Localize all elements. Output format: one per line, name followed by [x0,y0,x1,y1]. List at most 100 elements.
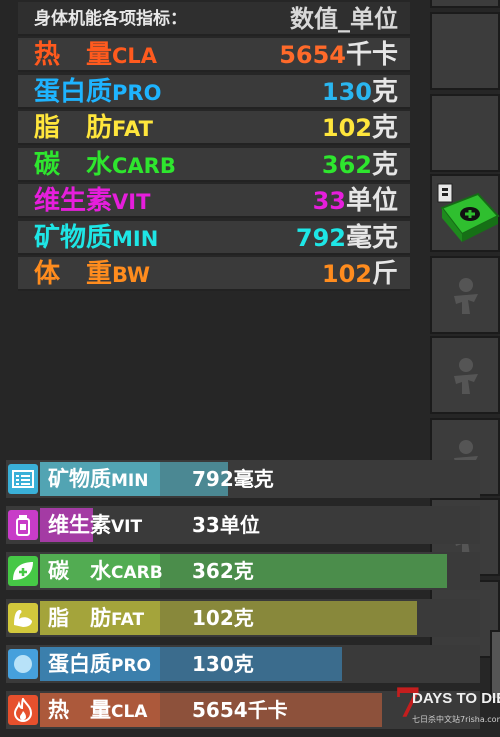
stat-abbr: PRO [112,80,162,105]
body-stats-panel: 身体机能各项指标： 数值_单位 热 量CLA 5654千卡 蛋白质PRO 130克脂 … [18,2,410,292]
bar-label: 矿物质MIN [48,460,148,500]
bar-name: 热 量 [48,698,111,722]
bar-name: 脂 肪 [48,605,111,630]
nutrition-bar: 蛋白质PRO 130克 [6,644,480,685]
bar-abbr: MIN [111,471,149,491]
stat-number: 130 [321,77,372,106]
stat-abbr: FAT [112,117,153,141]
stats-row: 热 量CLA 5654千卡 [18,38,410,72]
stat-name: 蛋白质 [34,76,113,107]
inventory-slot[interactable] [430,256,500,334]
stat-unit: 克 [371,113,398,143]
bar-abbr: PRO [111,655,152,676]
bar-value: 5654千卡 [192,698,288,722]
bottle-icon [8,510,38,541]
muscle-arm-icon [8,602,38,633]
nutrition-bar: 矿物质MIN 792毫克 [6,460,480,498]
circle-icon [8,648,38,679]
bar-label: 热 量CLA [48,691,147,731]
stats-header-value: 数值_单位 [290,5,398,33]
stats-row: 蛋白质PRO 130克 [18,74,410,110]
bar-label: 碳 水CARB [48,552,163,592]
stat-value: 102斤 [322,257,398,291]
stat-number: 792 [295,223,346,252]
inventory-slot-first-aid-kit[interactable] [430,174,500,252]
stat-value: 130克 [322,75,398,109]
stat-number: 362 [321,150,372,179]
stat-number: 33 [312,187,346,215]
inventory-slot[interactable] [430,336,500,414]
nutrition-bar: 维生素VIT 33单位 [6,506,480,546]
bar-name: 维生素 [48,513,111,538]
stat-value: 362克 [322,148,398,182]
stat-label: 热 量CLA [34,38,157,73]
game-watermark: 7 DAYS TO DIE 七日杀中文站7risha.com [394,680,500,737]
stat-abbr: MIN [112,226,159,251]
inventory-slot[interactable] [430,94,500,172]
stat-abbr: BW [112,263,151,287]
stat-number: 102 [321,260,372,288]
flame-icon [8,695,38,725]
bar-abbr: CARB [111,563,163,584]
stat-value: 792毫克 [296,221,398,255]
bar-value: 362克 [192,559,254,584]
stat-label: 维生素VIT [34,184,150,219]
logo-title: DAYS TO DIE [412,690,500,707]
inventory-slot[interactable] [430,0,500,8]
stats-header-row: 身体机能各项指标： 数值_单位 [18,2,410,36]
stat-label: 体 重BW [34,257,150,292]
empty-slot-icon [454,358,478,394]
stat-label: 碳 水CARB [34,148,176,183]
stat-label: 蛋白质PRO [34,75,161,110]
first-aid-kit-icon [437,183,500,242]
stats-row: 维生素VIT 33单位 [18,184,410,218]
list-icon [8,464,38,494]
stat-name: 脂 肪 [34,113,113,143]
stats-row: 矿物质MIN 792毫克 [18,220,410,256]
stat-value: 102克 [322,111,398,145]
stat-abbr: CARB [112,153,176,178]
bar-label: 蛋白质PRO [48,645,151,685]
stats-row: 体 重BW 102斤 [18,257,410,291]
stat-abbr: CLA [112,44,158,68]
bar-label: 维生素VIT [48,506,142,546]
bar-value: 792毫克 [192,467,274,491]
stat-value: 5654千卡 [279,38,398,72]
bar-label: 脂 肪FAT [48,599,144,639]
stats-row: 碳 水CARB 362克 [18,147,410,183]
stats-row: 脂 肪FAT 102克 [18,111,410,145]
stat-unit: 斤 [371,259,398,289]
empty-slot-icon [454,278,478,314]
bar-value: 33单位 [192,513,260,538]
bar-name: 碳 水 [48,559,111,584]
stat-value: 33单位 [313,184,398,218]
stat-unit: 千卡 [345,40,398,70]
stat-number: 5654 [279,41,346,69]
bar-abbr: VIT [111,517,143,538]
logo-subtitle: 七日杀中文站7risha.com [412,715,500,724]
stat-name: 碳 水 [34,149,113,180]
stat-name: 维生素 [34,186,113,216]
inventory-slot[interactable] [430,12,500,90]
stat-number: 102 [321,114,372,142]
stat-label: 脂 肪FAT [34,111,153,146]
stat-name: 热 量 [34,40,113,70]
bar-name: 蛋白质 [48,651,111,676]
leaf-plus-icon [8,556,38,587]
bar-value: 130克 [192,651,254,676]
bar-abbr: FAT [111,609,145,630]
stat-unit: 单位 [345,186,398,216]
nutrition-bar: 碳 水CARB 362克 [6,552,480,592]
nutrition-bar: 脂 肪FAT 102克 [6,598,480,639]
bar-abbr: CLA [111,702,148,722]
stat-name: 体 重 [34,259,113,289]
stat-abbr: VIT [112,190,151,214]
stat-name: 矿物质 [34,222,113,253]
stat-unit: 克 [371,76,398,107]
stat-unit: 毫克 [345,222,398,253]
stat-unit: 克 [371,149,398,180]
stat-label: 矿物质MIN [34,221,158,256]
bar-value: 102克 [192,605,254,630]
stats-header-label: 身体机能各项指标： [34,9,187,29]
bar-name: 矿物质 [48,467,111,491]
